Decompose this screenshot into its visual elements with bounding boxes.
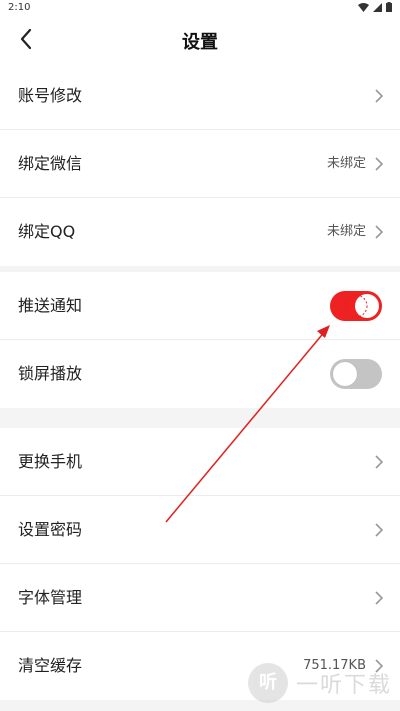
chevron-right-icon bbox=[375, 591, 384, 605]
chevron-right-icon bbox=[375, 157, 384, 171]
settings-row-push-notification: 推送通知 bbox=[0, 272, 400, 340]
row-label: 清空缓存 bbox=[18, 656, 83, 675]
row-label: 账号修改 bbox=[18, 86, 83, 105]
row-label: 更换手机 bbox=[18, 452, 83, 471]
watermark-icon: 听 bbox=[247, 663, 288, 703]
watermark-text: 一听下载 bbox=[295, 673, 392, 698]
toggle-knob bbox=[333, 362, 357, 386]
watermark-logo: 听 一听下载 bbox=[247, 663, 392, 703]
settings-row-account-modify[interactable]: 账号修改 bbox=[0, 62, 400, 130]
row-value: 未绑定 bbox=[326, 224, 366, 239]
settings-group-notifications: 推送通知 锁屏播放 bbox=[0, 272, 400, 408]
chevron-right-icon bbox=[375, 225, 384, 239]
chevron-right-icon bbox=[375, 89, 384, 103]
row-label: 字体管理 bbox=[18, 588, 83, 607]
status-icons bbox=[358, 2, 392, 12]
row-value: 未绑定 bbox=[326, 156, 366, 171]
signal-icon bbox=[373, 2, 382, 12]
push-notification-toggle[interactable] bbox=[330, 291, 382, 321]
settings-group-account: 账号修改 绑定微信 未绑定 绑定QQ 未绑定 bbox=[0, 62, 400, 266]
nav-bar: 设置 bbox=[0, 16, 400, 62]
chevron-right-icon bbox=[375, 523, 384, 537]
settings-row-change-phone[interactable]: 更换手机 bbox=[0, 428, 400, 496]
status-time: 2:10 bbox=[8, 2, 31, 13]
toggle-knob bbox=[355, 294, 379, 318]
row-label: 绑定QQ bbox=[18, 222, 76, 241]
settings-row-set-password[interactable]: 设置密码 bbox=[0, 496, 400, 564]
settings-group-system: 更换手机 设置密码 字体管理 清空缓存 751.17KB bbox=[0, 428, 400, 700]
page-title: 设置 bbox=[182, 32, 218, 53]
settings-row-bind-qq[interactable]: 绑定QQ 未绑定 bbox=[0, 198, 400, 266]
wifi-icon bbox=[358, 2, 369, 12]
lockscreen-play-toggle[interactable] bbox=[330, 359, 382, 389]
row-label: 锁屏播放 bbox=[18, 364, 83, 383]
status-bar: 2:10 bbox=[0, 0, 400, 16]
battery-icon bbox=[386, 2, 392, 12]
row-label: 绑定微信 bbox=[18, 154, 83, 173]
row-label: 设置密码 bbox=[18, 520, 83, 539]
settings-row-bind-wechat[interactable]: 绑定微信 未绑定 bbox=[0, 130, 400, 198]
row-label: 推送通知 bbox=[18, 296, 83, 315]
settings-row-font-management[interactable]: 字体管理 bbox=[0, 564, 400, 632]
chevron-right-icon bbox=[375, 455, 384, 469]
settings-row-lockscreen-play: 锁屏播放 bbox=[0, 340, 400, 408]
